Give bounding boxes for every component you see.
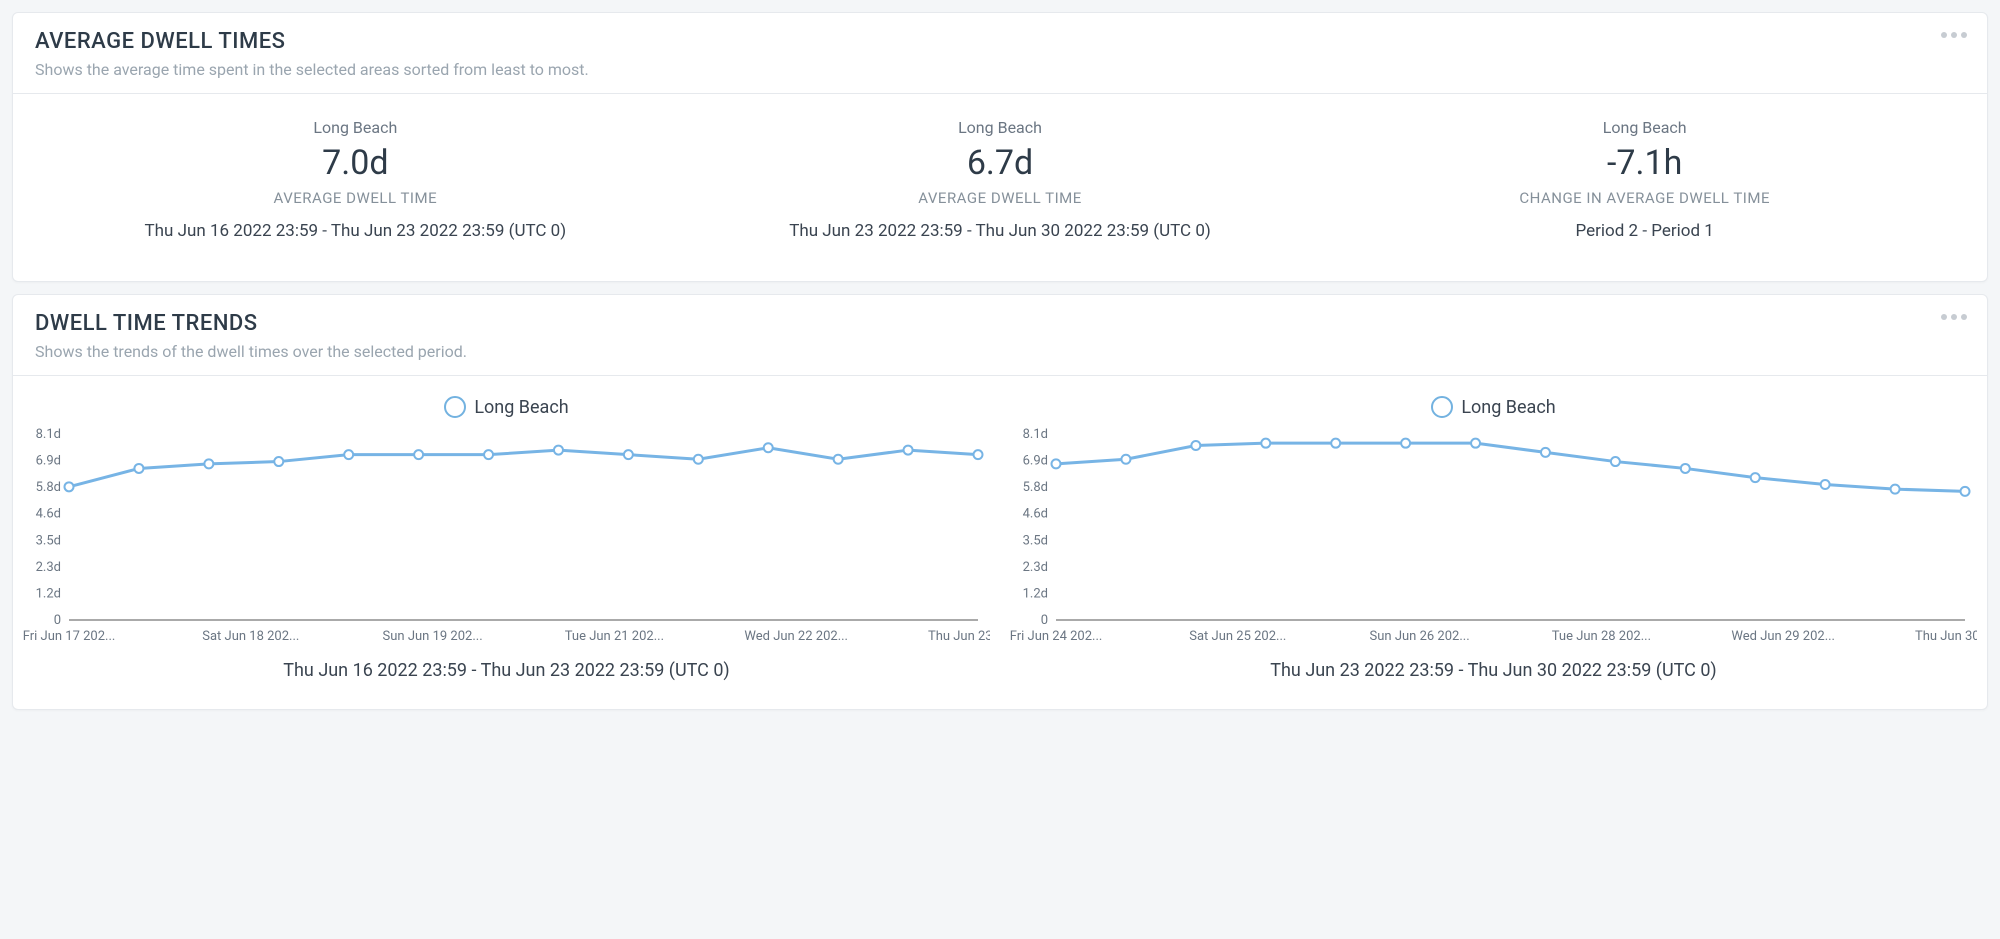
stat-location: Long Beach bbox=[33, 118, 678, 137]
stat-label: AVERAGE DWELL TIME bbox=[678, 189, 1323, 207]
card-header: AVERAGE DWELL TIMES Shows the average ti… bbox=[13, 13, 1987, 94]
svg-text:6.9d: 6.9d bbox=[1023, 454, 1048, 469]
stat-value: 6.7d bbox=[678, 143, 1323, 183]
dwell-time-trends-card: DWELL TIME TRENDS Shows the trends of th… bbox=[12, 294, 1988, 710]
svg-text:1.2d: 1.2d bbox=[1023, 586, 1048, 601]
svg-text:Sun Jun 19 202...: Sun Jun 19 202... bbox=[383, 629, 483, 644]
svg-text:Sat Jun 18 202...: Sat Jun 18 202... bbox=[202, 629, 299, 644]
legend-marker-icon bbox=[444, 396, 466, 418]
chart-caption: Thu Jun 23 2022 23:59 - Thu Jun 30 2022 … bbox=[1270, 660, 1716, 681]
legend-marker-icon bbox=[1431, 396, 1453, 418]
stat-value: -7.1h bbox=[1322, 143, 1967, 183]
stat-change: Long Beach -7.1h CHANGE IN AVERAGE DWELL… bbox=[1322, 118, 1967, 241]
chart-legend[interactable]: Long Beach bbox=[1431, 396, 1555, 418]
legend-label: Long Beach bbox=[474, 397, 568, 418]
svg-text:Tue Jun 28 202...: Tue Jun 28 202... bbox=[1552, 629, 1651, 644]
stat-period: Period 2 - Period 1 bbox=[1322, 221, 1967, 241]
svg-text:0: 0 bbox=[54, 613, 61, 628]
svg-text:2.3d: 2.3d bbox=[36, 560, 61, 575]
card-subtitle: Shows the average time spent in the sele… bbox=[35, 60, 1965, 79]
stat-label: CHANGE IN AVERAGE DWELL TIME bbox=[1322, 189, 1967, 207]
svg-text:Fri Jun 17 202...: Fri Jun 17 202... bbox=[23, 629, 115, 644]
chart-period2: Long Beach 0 1.2d 2.3d 3.5d 4.6d 5.8d 6.9d 8.1d… bbox=[1010, 396, 1977, 681]
stat-label: AVERAGE DWELL TIME bbox=[33, 189, 678, 207]
stats-row: Long Beach 7.0d AVERAGE DWELL TIME Thu J… bbox=[13, 94, 1987, 281]
svg-text:8.1d: 8.1d bbox=[36, 428, 61, 442]
more-icon[interactable] bbox=[1939, 31, 1969, 39]
chart-legend[interactable]: Long Beach bbox=[444, 396, 568, 418]
chart-caption: Thu Jun 16 2022 23:59 - Thu Jun 23 2022 … bbox=[283, 660, 729, 681]
svg-text:6.9d: 6.9d bbox=[36, 454, 61, 469]
svg-text:Thu Jun 30 202...: Thu Jun 30 202... bbox=[1915, 629, 1977, 644]
stat-location: Long Beach bbox=[678, 118, 1323, 137]
stat-value: 7.0d bbox=[33, 143, 678, 183]
svg-text:4.6d: 4.6d bbox=[1023, 507, 1048, 522]
card-header: DWELL TIME TRENDS Shows the trends of th… bbox=[13, 295, 1987, 376]
svg-text:3.5d: 3.5d bbox=[1023, 533, 1048, 548]
stat-period1: Long Beach 7.0d AVERAGE DWELL TIME Thu J… bbox=[33, 118, 678, 241]
svg-text:8.1d: 8.1d bbox=[1023, 428, 1048, 442]
stat-period: Thu Jun 16 2022 23:59 - Thu Jun 23 2022 … bbox=[33, 221, 678, 241]
svg-text:Wed Jun 29 202...: Wed Jun 29 202... bbox=[1731, 629, 1835, 644]
svg-text:2.3d: 2.3d bbox=[1023, 560, 1048, 575]
svg-text:Sat Jun 25 202...: Sat Jun 25 202... bbox=[1189, 629, 1286, 644]
svg-text:Sun Jun 26 202...: Sun Jun 26 202... bbox=[1370, 629, 1470, 644]
stat-location: Long Beach bbox=[1322, 118, 1967, 137]
card-title: DWELL TIME TRENDS bbox=[35, 311, 1965, 336]
svg-text:5.8d: 5.8d bbox=[36, 480, 61, 495]
svg-text:Thu Jun 23 202...: Thu Jun 23 202... bbox=[928, 629, 990, 644]
line-chart: 0 1.2d 2.3d 3.5d 4.6d 5.8d 6.9d 8.1d Fri Jun 17 … bbox=[23, 428, 990, 648]
chart-period1: Long Beach 0 1.2d 2.3d 3.5d 4.6d 5.8d 6.9d 8.1d… bbox=[23, 396, 990, 681]
stat-period2: Long Beach 6.7d AVERAGE DWELL TIME Thu J… bbox=[678, 118, 1323, 241]
svg-text:Wed Jun 22 202...: Wed Jun 22 202... bbox=[744, 629, 848, 644]
svg-text:Fri Jun 24 202...: Fri Jun 24 202... bbox=[1010, 629, 1102, 644]
card-title: AVERAGE DWELL TIMES bbox=[35, 29, 1965, 54]
stat-period: Thu Jun 23 2022 23:59 - Thu Jun 30 2022 … bbox=[678, 221, 1323, 241]
more-icon[interactable] bbox=[1939, 313, 1969, 321]
svg-text:1.2d: 1.2d bbox=[36, 586, 61, 601]
svg-text:Tue Jun 21 202...: Tue Jun 21 202... bbox=[565, 629, 664, 644]
legend-label: Long Beach bbox=[1461, 397, 1555, 418]
card-subtitle: Shows the trends of the dwell times over… bbox=[35, 342, 1965, 361]
svg-text:3.5d: 3.5d bbox=[36, 533, 61, 548]
svg-text:5.8d: 5.8d bbox=[1023, 480, 1048, 495]
line-chart: 0 1.2d 2.3d 3.5d 4.6d 5.8d 6.9d 8.1d Fri Jun 24 … bbox=[1010, 428, 1977, 648]
svg-text:4.6d: 4.6d bbox=[36, 507, 61, 522]
svg-text:0: 0 bbox=[1041, 613, 1048, 628]
average-dwell-times-card: AVERAGE DWELL TIMES Shows the average ti… bbox=[12, 12, 1988, 282]
charts-row: Long Beach 0 1.2d 2.3d 3.5d 4.6d 5.8d 6.9d 8.1d… bbox=[13, 376, 1987, 709]
